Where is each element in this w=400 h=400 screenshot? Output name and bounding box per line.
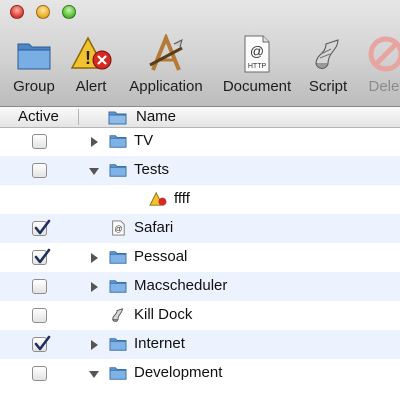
alert-icon: ! [70,36,112,70]
checkmark-icon [34,248,51,264]
active-checkbox[interactable] [32,163,47,178]
row-label: Macscheduler [134,277,228,294]
active-checkbox[interactable] [32,308,47,323]
outline-row[interactable]: Tests [0,156,400,185]
column-header-bar: Active Name [0,107,400,128]
outline-row[interactable]: Internet [0,330,400,359]
column-header-name[interactable]: Name [136,108,176,125]
row-label: ffff [174,190,190,207]
active-checkbox[interactable] [32,279,47,294]
application-icon [149,34,183,71]
document-label: Document [222,78,292,95]
alert-icon [149,191,167,206]
svg-text:@: @ [114,225,122,234]
script-icon [112,308,123,322]
application-button[interactable]: Application [118,34,214,98]
folder-icon [109,338,127,351]
folder-icon [109,280,127,293]
minimize-window-button[interactable] [36,5,50,19]
disclosure-triangle-expanded-icon[interactable] [88,165,100,177]
row-label: Tests [134,161,170,178]
folder-icon [109,251,127,264]
active-checkbox[interactable] [32,366,47,381]
disclosure-triangle-collapsed-icon[interactable] [88,339,100,351]
delete-button[interactable]: Delet [358,34,400,98]
outline-row[interactable]: Macscheduler [0,272,400,301]
alert-button[interactable]: ! Alert [64,34,118,98]
outline-row[interactable]: ffff [0,185,400,214]
folder-icon [109,164,127,177]
group-label: Group [13,78,55,95]
active-checkbox[interactable] [32,134,47,149]
outline-row[interactable]: Pessoal [0,243,400,272]
active-checkbox[interactable] [32,335,51,352]
window-toolbar: Group ! Alert Application @ HTTP Documen… [0,0,400,107]
disclosure-triangle-collapsed-icon[interactable] [88,281,100,293]
row-label: TV [134,132,154,149]
row-label: Safari [134,219,174,236]
document-button[interactable]: @ HTTP Document [216,34,298,98]
svg-text:!: ! [85,48,91,68]
outline-row[interactable]: Development [0,359,400,388]
svg-text:@: @ [250,43,264,59]
zoom-window-button[interactable] [62,5,76,19]
folder-icon [109,367,127,380]
application-label: Application [129,78,203,95]
document-icon-text: HTTP [248,63,267,70]
outline-row[interactable]: @ Safari [0,214,400,243]
delete-icon [368,36,400,72]
row-label: Pessoal [134,248,188,265]
document-icon: @ HTTP [244,35,270,73]
script-button[interactable]: Script [300,34,356,98]
folder-icon [108,111,127,125]
close-window-button[interactable] [10,5,24,19]
script-label: Script [308,78,348,95]
checkmark-icon [34,335,51,351]
disclosure-triangle-expanded-icon[interactable] [88,368,100,380]
folder-icon [17,43,51,70]
folder-icon [109,135,127,148]
row-label: Development [134,364,223,381]
alert-label: Alert [75,78,107,95]
delete-label: Delet [368,78,400,95]
column-header-active[interactable]: Active [18,108,59,125]
row-label: Kill Dock [134,306,193,323]
disclosure-triangle-collapsed-icon[interactable] [88,136,100,148]
outline-row[interactable]: Kill Dock [0,301,400,330]
document-icon: @ [112,220,125,236]
checkmark-icon [34,219,51,235]
outline-row[interactable]: TV [0,127,400,156]
active-checkbox[interactable] [32,248,51,265]
group-button[interactable]: Group [0,34,68,98]
row-label: Internet [134,335,185,352]
script-icon [315,39,339,69]
column-divider[interactable] [78,109,79,125]
disclosure-triangle-collapsed-icon[interactable] [88,252,100,264]
active-checkbox[interactable] [32,219,51,236]
